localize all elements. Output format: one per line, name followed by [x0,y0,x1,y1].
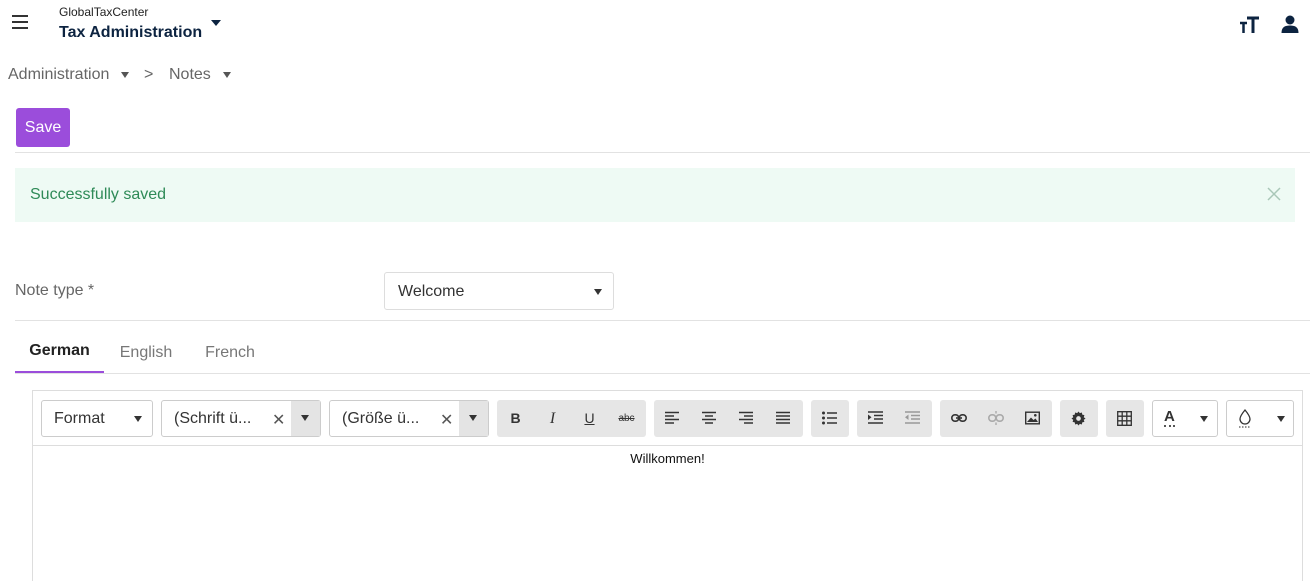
italic-button[interactable]: I [534,400,571,437]
link-icon [951,413,967,423]
editor-content-area[interactable] [33,446,1302,581]
breadcrumb-label: Notes [169,66,211,83]
note-type-value: Welcome [398,283,465,300]
app-switcher-chevron-down-icon[interactable] [211,20,221,26]
clear-font-icon[interactable]: ✕ [272,410,285,430]
unlink-button[interactable] [977,400,1014,437]
insert-group [940,400,1052,437]
unlink-icon [988,411,1004,425]
font-size-placeholder: (Größe ü... [342,410,420,427]
outdent-button[interactable] [894,400,931,437]
align-justify-button[interactable] [765,400,802,437]
format-dropdown[interactable]: Format [41,400,153,437]
droplet-icon [1239,409,1251,428]
table-button[interactable] [1106,400,1143,437]
font-family-toggle[interactable] [291,401,320,436]
caret-down-icon [121,71,130,78]
breadcrumb-item-administration[interactable]: Administration [8,66,130,84]
image-button[interactable] [1014,400,1051,437]
font-family-placeholder: (Schrift ü... [174,410,252,427]
align-right-button[interactable] [728,400,765,437]
alert-message: Successfully saved [30,186,167,203]
align-justify-icon [776,411,790,424]
editor-text: Willkommen! [630,451,705,466]
success-alert: Successfully saved [15,168,1295,222]
font-size-dropdown[interactable]: (Größe ü... ✕ [329,400,489,437]
strikethrough-button[interactable]: abc [608,400,645,437]
app-subtitle: GlobalTaxCenter [59,5,149,19]
rich-text-editor: Format (Schrift ü... ✕ (Größe ü... ✕ B I… [32,390,1303,581]
tab-french[interactable]: French [198,332,262,373]
image-icon [1025,411,1040,425]
note-type-label: Note type * [15,282,95,299]
align-left-icon [665,411,679,424]
bullet-list-icon [822,411,837,425]
settings-group [1060,400,1098,437]
table-group [1106,400,1144,437]
align-left-button[interactable] [654,400,691,437]
language-tabs: German English French [15,332,1310,374]
table-icon [1117,411,1132,426]
breadcrumb-label: Administration [8,66,110,83]
app-header: GlobalTaxCenter Tax Administration [0,0,1310,50]
outdent-icon [905,411,920,424]
editor-toolbar: Format (Schrift ü... ✕ (Größe ü... ✕ B I… [33,391,1302,446]
font-size-icon[interactable] [1239,14,1261,36]
background-color-dropdown[interactable] [1226,400,1294,437]
settings-button[interactable] [1060,400,1097,437]
bullet-list-button[interactable] [811,400,848,437]
indent-icon [868,411,883,424]
indent-button[interactable] [857,400,894,437]
app-title: Tax Administration [59,24,203,41]
note-type-select[interactable]: Welcome [384,272,614,310]
align-center-icon [702,411,716,424]
menu-icon[interactable] [12,15,28,31]
align-center-button[interactable] [691,400,728,437]
tab-german[interactable]: German [15,332,104,373]
caret-down-icon [222,71,231,78]
text-color-dropdown[interactable]: A [1152,400,1218,437]
divider [15,320,1310,321]
divider [15,152,1310,153]
caret-down-icon [469,415,477,421]
italic-icon: I [549,410,556,427]
caret-down-icon [1277,416,1285,422]
caret-down-icon [1200,416,1208,422]
save-button[interactable]: Save [16,108,70,147]
bold-button[interactable]: B [497,400,534,437]
caret-down-icon [594,289,602,295]
text-style-group: B I U abc [497,400,646,437]
indent-group [857,400,932,437]
alignment-group [654,400,803,437]
strikethrough-icon: abc [618,413,635,424]
link-button[interactable] [940,400,977,437]
bold-icon: B [510,410,521,426]
clear-size-icon[interactable]: ✕ [440,410,453,430]
list-group [811,400,849,437]
gear-icon [1071,411,1086,426]
breadcrumb-item-notes[interactable]: Notes [169,66,231,84]
tab-english[interactable]: English [111,332,181,373]
underline-button[interactable]: U [571,400,608,437]
font-family-dropdown[interactable]: (Schrift ü... ✕ [161,400,321,437]
align-right-icon [739,411,753,424]
text-color-icon: A [1164,408,1175,427]
breadcrumb-separator: > [144,66,154,83]
close-icon[interactable] [1267,187,1281,201]
underline-icon: U [584,410,595,426]
caret-down-icon [134,416,142,422]
format-label: Format [54,410,105,427]
font-size-toggle[interactable] [459,401,488,436]
user-icon[interactable] [1280,14,1302,36]
caret-down-icon [301,415,309,421]
